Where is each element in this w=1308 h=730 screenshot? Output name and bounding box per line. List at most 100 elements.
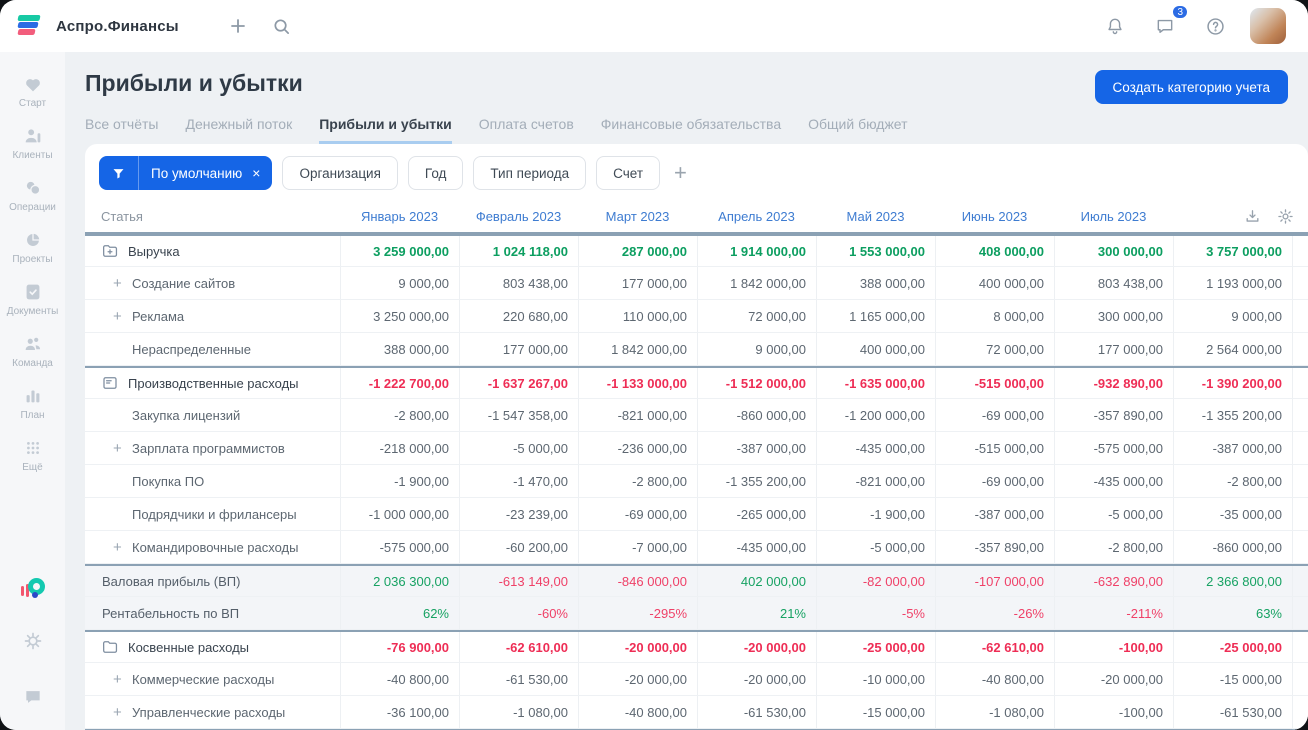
user-avatar[interactable] (1250, 8, 1286, 44)
cell-sliver (1292, 597, 1308, 629)
cell-value: 408 000,00 (935, 236, 1054, 266)
sidebar-item-label: Клиенты (12, 150, 53, 161)
topbar: Аспро.Финансы 3 (0, 0, 1308, 52)
cell-value: -211% (1054, 597, 1173, 629)
app-name: Аспро.Финансы (56, 17, 179, 35)
chat-icon[interactable]: 3 (1150, 4, 1189, 41)
row-label-sub: Покупка ПО (85, 465, 340, 497)
expand-plus-icon[interactable]: + (113, 671, 122, 688)
sidebar-item-label: Проекты (12, 254, 53, 265)
sidebar-item-clients[interactable]: Клиенты (3, 118, 63, 168)
sidebar-item-more[interactable]: Ещё (3, 430, 63, 480)
cell-value: 72 000,00 (697, 300, 816, 332)
cell-value: 803 438,00 (459, 267, 578, 299)
cell-value: -100,00 (1054, 632, 1173, 662)
sidebar-item-documents[interactable]: Документы (3, 274, 63, 324)
filter-chip[interactable]: Организация (282, 156, 398, 190)
table-row: Выручка 3 259 000,00 1 024 118,00 287 000,0… (85, 234, 1308, 267)
add-filter-button[interactable]: + (670, 162, 691, 184)
row-label-sub: + Зарплата программистов (85, 432, 340, 464)
default-filter-chip[interactable]: По умолчанию × (99, 156, 273, 190)
row-label-sub: + Управленческие расходы (85, 696, 340, 728)
tab-денежный-поток[interactable]: Денежный поток (185, 116, 292, 144)
filter-chip[interactable]: Тип периода (473, 156, 587, 190)
row-label-text: Выручка (128, 243, 180, 259)
tab-прибыли-и-убытки[interactable]: Прибыли и убытки (319, 116, 452, 144)
create-category-button[interactable]: Создать категорию учета (1094, 70, 1288, 104)
sidebar-item-label: План (20, 410, 45, 421)
cell-sliver (1292, 498, 1308, 530)
download-icon[interactable] (1244, 208, 1261, 225)
layout: Старт Клиенты Операции Проекты Документы Кома… (0, 52, 1308, 730)
cell-value: 1 024 118,00 (459, 236, 578, 266)
tab-все-отчёты[interactable]: Все отчёты (85, 116, 158, 144)
expand-plus-icon[interactable]: + (113, 440, 122, 457)
cell-sliver (1292, 432, 1308, 464)
table-row: + Управленческие расходы -36 100,00 -1 080,… (85, 696, 1308, 729)
row-label-section[interactable]: Косвенные расходы (85, 632, 340, 662)
row-label-text: Покупка ПО (132, 473, 205, 489)
settings-icon[interactable] (1277, 208, 1294, 225)
cell-value: -1 547 358,00 (459, 399, 578, 431)
row-label-sub: + Реклама (85, 300, 340, 332)
row-label-summary: Валовая прибыль (ВП) (85, 566, 340, 596)
remove-filter-icon[interactable]: × (250, 165, 272, 181)
cell-value: -5 000,00 (459, 432, 578, 464)
row-label-section[interactable]: Выручка (85, 236, 340, 266)
cell-value: -515 000,00 (935, 432, 1054, 464)
tab-оплата-счетов[interactable]: Оплата счетов (479, 116, 574, 144)
expand-plus-icon[interactable]: + (113, 539, 122, 556)
search-icon[interactable] (267, 11, 297, 41)
feedback-icon[interactable] (18, 682, 48, 712)
table-header-icons (1173, 200, 1308, 232)
cell-sliver (1292, 368, 1308, 398)
sidebar-item-team[interactable]: Команда (3, 326, 63, 376)
cell-value: -35 000,00 (1173, 498, 1292, 530)
cell-value: -60% (459, 597, 578, 629)
help-icon[interactable] (1200, 11, 1230, 41)
filter-chip[interactable]: Год (407, 156, 464, 190)
pnl-table: Статья Январь 2023 Февраль 2023 Март 2023 А… (85, 200, 1308, 730)
column-header-month: Май 2023 (846, 208, 905, 224)
cell-value: -265 000,00 (697, 498, 816, 530)
create-plus-icon[interactable] (223, 11, 253, 41)
sidebar-bottom (18, 578, 48, 720)
tab-общий-бюджет[interactable]: Общий бюджет (808, 116, 907, 144)
row-label-text: Подрядчики и фрилансеры (132, 506, 297, 522)
cell-value: -7 000,00 (578, 531, 697, 563)
cell-value: 3 250 000,00 (340, 300, 459, 332)
row-label-section[interactable]: Производственные расходы (85, 368, 340, 398)
column-header-article: Статья (101, 208, 143, 224)
sidebar-item-projects[interactable]: Проекты (3, 222, 63, 272)
grid-dots-icon (26, 442, 39, 454)
table-row: Подрядчики и фрилансеры -1 000 000,00 -23 … (85, 498, 1308, 531)
product-logo-icon[interactable] (20, 578, 45, 600)
funnel-icon (99, 156, 139, 190)
cell-value: 400 000,00 (816, 333, 935, 365)
folder-icon (102, 641, 118, 653)
cell-value: 3 259 000,00 (340, 236, 459, 266)
gear-icon[interactable] (18, 626, 48, 656)
cell-value: -5 000,00 (1054, 498, 1173, 530)
sidebar-item-start[interactable]: Старт (3, 66, 63, 116)
row-label-sub: + Коммерческие расходы (85, 663, 340, 695)
cell-value: -69 000,00 (578, 498, 697, 530)
cell-value: -575 000,00 (340, 531, 459, 563)
cell-value: -575 000,00 (1054, 432, 1173, 464)
column-header-month: Февраль 2023 (475, 208, 562, 224)
sidebar-item-plan[interactable]: План (3, 378, 63, 428)
bell-icon[interactable] (1100, 11, 1130, 41)
app-logo-icon (17, 15, 42, 37)
sidebar-nav: Старт Клиенты Операции Проекты Документы Кома… (0, 52, 65, 730)
cell-value: -435 000,00 (816, 432, 935, 464)
cell-value: -61 530,00 (459, 663, 578, 695)
column-header-month: Июль 2023 (1080, 208, 1147, 224)
filter-chip[interactable]: Счет (596, 156, 661, 190)
cell-value: 400 000,00 (935, 267, 1054, 299)
sidebar-item-operations[interactable]: Операции (3, 170, 63, 220)
expand-plus-icon[interactable]: + (113, 275, 122, 292)
tab-финансовые-обязательства[interactable]: Финансовые обязательства (601, 116, 781, 144)
expand-plus-icon[interactable]: + (113, 704, 122, 721)
expand-plus-icon[interactable]: + (113, 308, 122, 325)
app-window: Аспро.Финансы 3 Старт Клиенты Операции П… (0, 0, 1308, 730)
